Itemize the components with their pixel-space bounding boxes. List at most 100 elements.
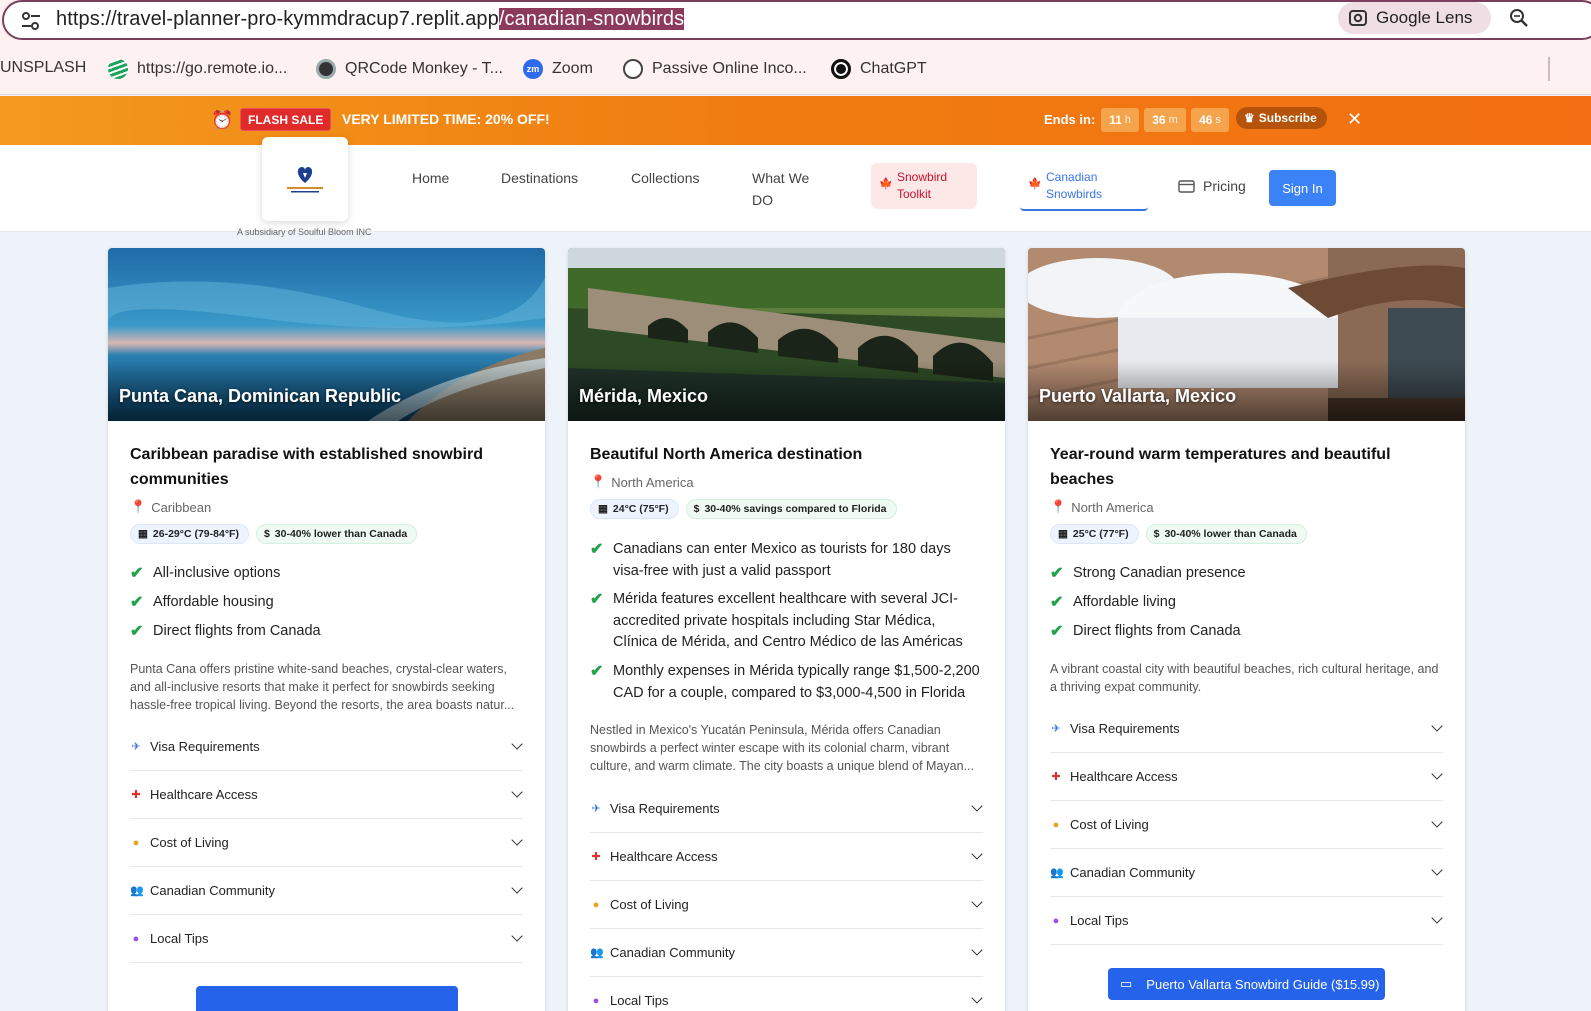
destination-description: A vibrant coastal city with beautiful be… (1050, 662, 1439, 694)
bookmark-label: Zoom (552, 60, 593, 77)
bookmark-label: UNSPLASH (0, 59, 87, 76)
calendar-icon: ▦ (1058, 528, 1068, 540)
subsidiary-text: A subsidiary of Soulful Bloom INC (237, 227, 372, 237)
bookmark-passive-online[interactable]: Passive Online Inco... (623, 59, 807, 79)
accordion-label: Cost of Living (150, 835, 229, 850)
accordion-healthcare[interactable]: ✚ Healthcare Access (590, 833, 983, 881)
accordion-cost-of-living[interactable]: ● Cost of Living (1050, 801, 1443, 849)
chevron-down-icon (971, 944, 983, 956)
accordion-community[interactable]: 👥 Canadian Community (590, 929, 983, 977)
destination-chips: ▦ 24°C (75°F) $30-40% savings compared to… (590, 499, 897, 519)
guide-button[interactable]: ▭ Puerto Vallarta Snowbird Guide ($15.99) (1108, 968, 1385, 1000)
accordion-healthcare[interactable]: ✚ Healthcare Access (130, 771, 523, 819)
guide-button[interactable] (196, 986, 458, 1011)
feature-item: ✔ Direct flights from Canada (130, 621, 523, 643)
bookmark-label: Passive Online Inco... (652, 60, 807, 77)
accordion-community[interactable]: 👥 Canadian Community (1050, 849, 1443, 897)
openai-icon (623, 59, 643, 79)
accordion-cost-of-living[interactable]: ● Cost of Living (130, 819, 523, 867)
accordion-community[interactable]: 👥 Canadian Community (130, 867, 523, 915)
destination-title: Puerto Vallarta, Mexico (1039, 386, 1237, 406)
calendar-icon: ▦ (598, 503, 608, 515)
minutes-value: 36 (1152, 113, 1166, 127)
qrcode-monkey-icon (316, 59, 336, 79)
countdown-label: Ends in: (1044, 112, 1096, 127)
bookmarks-bar: UNSPLASH https://go.remote.io... QRCode … (0, 47, 1591, 95)
close-icon[interactable]: ✕ (1347, 109, 1362, 130)
bookmark-chatgpt[interactable]: ChatGPT (831, 59, 927, 79)
cost-chip: $30-40% lower than Canada (1145, 524, 1307, 544)
map-pin-icon: 📍 (590, 474, 607, 489)
feature-item: ✔ Direct flights from Canada (1050, 621, 1443, 643)
site-logo[interactable] (262, 137, 348, 221)
nav-home[interactable]: Home (412, 167, 449, 189)
bookmark-remote-io[interactable]: https://go.remote.io... (108, 59, 287, 79)
map-pin-icon: ● (592, 994, 600, 1007)
destination-title: Mérida, Mexico (579, 386, 709, 406)
nav-what-we-do[interactable]: What We DO (752, 167, 809, 211)
chevron-down-icon (971, 800, 983, 812)
url-base: https://travel-planner-pro-kymmdracup7.r… (56, 8, 499, 30)
coins-icon: ● (132, 836, 140, 849)
region-label: North America (611, 474, 694, 490)
chatgpt-icon (831, 59, 851, 79)
users-icon: 👥 (1050, 867, 1064, 879)
nav-canadian-snowbirds[interactable]: 🍁 Canadian Snowbirds (1020, 163, 1148, 211)
cost-chip: $30-40% savings compared to Florida (685, 499, 897, 519)
chevron-down-icon (511, 882, 523, 894)
accordion-visa[interactable]: ✈ Visa Requirements (590, 785, 983, 833)
hours-unit: h (1124, 114, 1131, 126)
feature-text: Strong Canadian presence (1073, 565, 1246, 581)
temperature-value: 24°C (75°F) (612, 503, 669, 515)
feature-text: Direct flights from Canada (1073, 623, 1241, 639)
accordion-local-tips[interactable]: ● Local Tips (590, 977, 983, 1011)
cost-value: 30-40% savings compared to Florida (704, 503, 887, 515)
check-icon: ✔ (1050, 623, 1064, 640)
accordion-visa[interactable]: ✈ Visa Requirements (130, 723, 523, 771)
nav-destinations[interactable]: Destinations (501, 167, 578, 189)
alarm-clock-icon: ⏰ (211, 110, 234, 130)
check-icon: ✔ (1050, 565, 1064, 582)
accordion-label: Canadian Community (610, 945, 736, 960)
users-icon: 👥 (590, 947, 604, 959)
bookmark-qrcode-monkey[interactable]: QRCode Monkey - T... (316, 59, 503, 79)
bookmark-zoom[interactable]: zm Zoom (523, 59, 593, 79)
nav-collections[interactable]: Collections (631, 167, 699, 189)
minutes-unit: m (1168, 114, 1178, 126)
region-label: Caribbean (151, 499, 212, 515)
zoom-icon: zm (523, 59, 543, 79)
accordion-local-tips[interactable]: ● Local Tips (130, 915, 523, 963)
accordion-healthcare[interactable]: ✚ Healthcare Access (1050, 753, 1443, 801)
guide-button-label: Puerto Vallarta Snowbird Guide ($15.99) (1146, 976, 1380, 992)
hospital-icon: ✚ (131, 789, 141, 801)
site-settings-icon[interactable] (20, 11, 42, 31)
dollar-icon: $ (1153, 528, 1160, 540)
nav-label: Toolkit (897, 187, 932, 201)
google-lens-button[interactable]: Google Lens (1338, 2, 1491, 34)
heart-logo-icon (287, 167, 323, 193)
nav-snowbird-toolkit[interactable]: 🍁 Snowbird Toolkit (871, 163, 977, 209)
nav-label: DO (752, 192, 773, 208)
chevron-down-icon (971, 896, 983, 908)
bookmark-unsplash[interactable]: UNSPLASH (0, 59, 86, 77)
region-label: North America (1071, 499, 1154, 515)
accordion-visa[interactable]: ✈ Visa Requirements (1050, 705, 1443, 753)
accordion-cost-of-living[interactable]: ● Cost of Living (590, 881, 983, 929)
map-pin-icon: ● (132, 932, 140, 945)
subscribe-button[interactable]: ♛ Subscribe (1236, 107, 1327, 129)
destination-image: Punta Cana, Dominican Republic (108, 248, 545, 421)
nav-pricing[interactable]: Pricing (1178, 178, 1246, 194)
temperature-value: 25°C (77°F) (1072, 528, 1129, 540)
chevron-down-icon (971, 848, 983, 860)
destination-tagline: Year-round warm temperatures and beautif… (1050, 446, 1391, 488)
zoom-magnifier-icon[interactable] (1507, 6, 1531, 30)
browser-toolbar: https://travel-planner-pro-kymmdracup7.r… (0, 0, 1591, 47)
feature-text: Mérida features excellent healthcare wit… (613, 591, 963, 650)
bookmark-label: ChatGPT (860, 60, 927, 77)
sign-in-button[interactable]: Sign In (1269, 170, 1336, 206)
accordion-local-tips[interactable]: ● Local Tips (1050, 897, 1443, 945)
lens-label: Google Lens (1376, 8, 1473, 27)
url-text[interactable]: https://travel-planner-pro-kymmdracup7.r… (56, 8, 685, 31)
destination-tagline: Beautiful North America destination (590, 446, 863, 463)
check-icon: ✔ (130, 623, 144, 640)
